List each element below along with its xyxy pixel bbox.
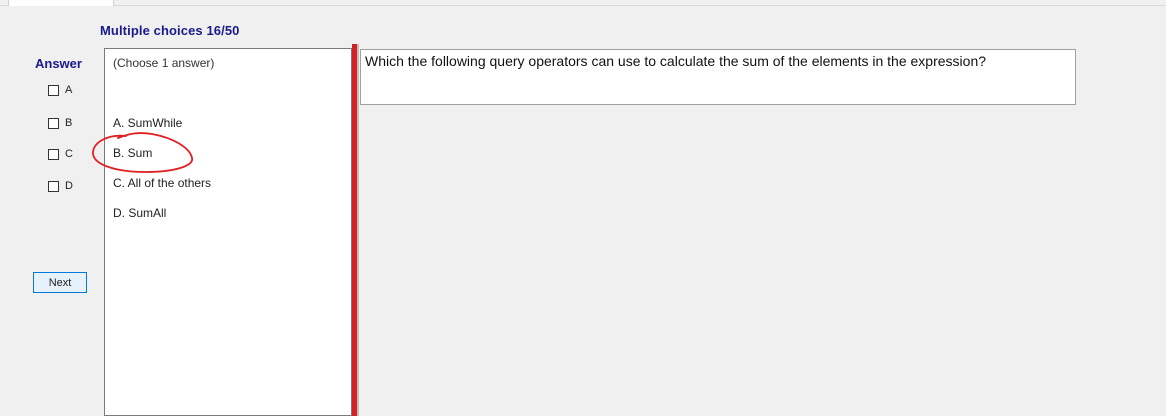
answer-option-d[interactable]: D: [48, 179, 73, 193]
splitter-edge: [357, 44, 359, 416]
checkbox-c[interactable]: [48, 148, 59, 160]
choose-hint: (Choose 1 answer): [113, 56, 215, 70]
checkbox-a[interactable]: [48, 84, 59, 96]
checkbox-b[interactable]: [48, 117, 59, 129]
question-text: Which the following query operators can …: [365, 53, 987, 69]
choice-a: A. SumWhile: [113, 116, 183, 130]
answer-option-b-label: B: [65, 117, 73, 129]
top-tab-strip: [0, 0, 1166, 6]
answer-label: Answer: [35, 56, 82, 71]
choice-d: D. SumAll: [113, 206, 167, 220]
next-button[interactable]: Next: [33, 272, 87, 293]
checkbox-d[interactable]: [48, 180, 59, 192]
choices-panel: (Choose 1 answer) A. SumWhile B. Sum C. …: [104, 48, 352, 416]
question-box: Which the following query operators can …: [360, 49, 1076, 105]
answer-option-c-label: C: [65, 148, 73, 160]
answer-option-a[interactable]: A: [48, 83, 72, 97]
answer-option-d-label: D: [65, 180, 73, 192]
page-title: Multiple choices 16/50: [100, 23, 240, 38]
active-tab[interactable]: [8, 0, 114, 6]
answer-option-b[interactable]: B: [48, 116, 72, 130]
choice-c: C. All of the others: [113, 176, 212, 190]
answer-option-c[interactable]: C: [48, 147, 73, 161]
answer-option-a-label: A: [65, 84, 73, 96]
choice-b: B. Sum: [113, 146, 153, 160]
